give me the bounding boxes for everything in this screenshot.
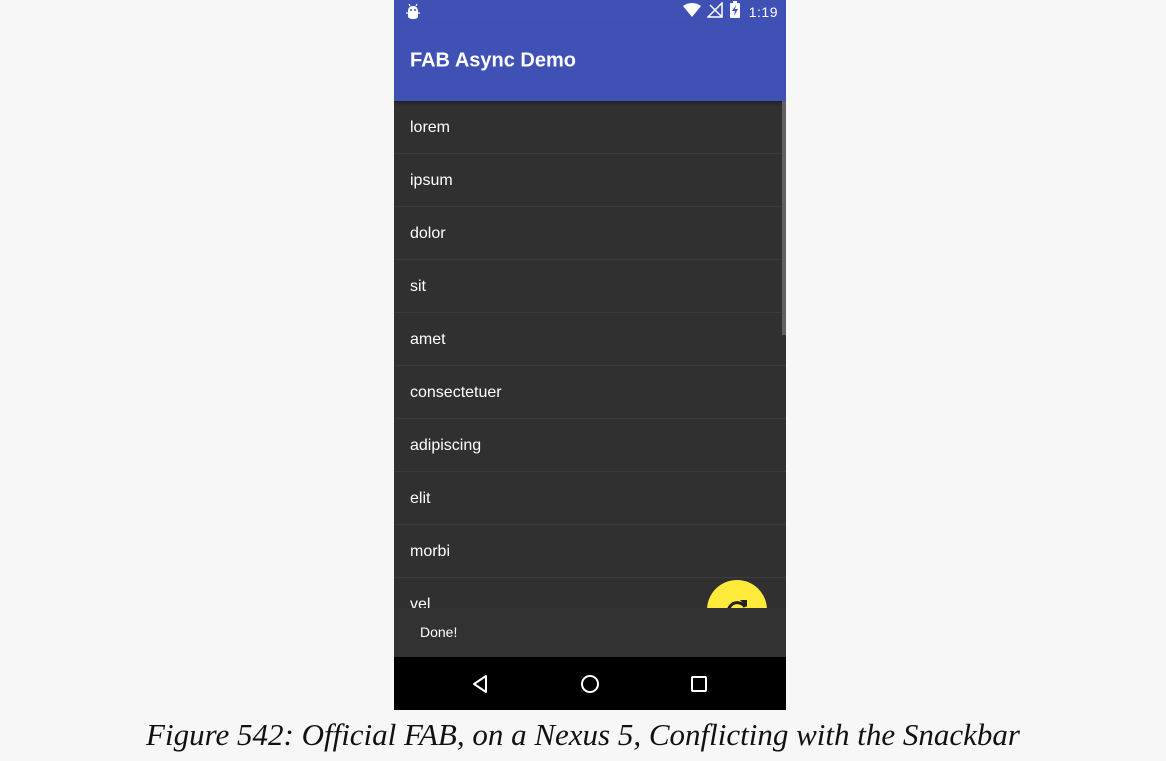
list-item-label: dolor (410, 225, 446, 242)
status-icons: 1:19 (682, 0, 778, 24)
battery-charging-icon (729, 1, 741, 23)
list-item-label: vel (410, 596, 431, 608)
no-signal-icon (705, 0, 723, 23)
app-toolbar: FAB Async Demo (394, 24, 786, 101)
status-bar: 1:19 (394, 0, 786, 24)
list-item-label: adipiscing (410, 437, 482, 454)
list-item-label: amet (410, 331, 446, 348)
figure-page: 1:19 FAB Async Demo lorem ipsum dolor si… (0, 0, 1166, 761)
word-list[interactable]: lorem ipsum dolor sit amet consectetuer … (394, 101, 786, 608)
phone-screen: 1:19 FAB Async Demo lorem ipsum dolor si… (394, 0, 786, 710)
list-item-label: consectetuer (410, 384, 502, 401)
android-debug-icon (404, 3, 422, 21)
list-item[interactable]: amet (394, 313, 786, 366)
list-item-label: sit (410, 278, 426, 295)
list-item-label: morbi (410, 543, 451, 560)
wifi-icon (682, 2, 701, 22)
list-item[interactable]: lorem (394, 101, 786, 154)
home-icon[interactable] (577, 671, 603, 697)
figure-caption: Figure 542: Official FAB, on a Nexus 5, … (146, 717, 1020, 752)
list-item-label: elit (410, 490, 431, 507)
app-title: FAB Async Demo (410, 49, 576, 72)
list-item[interactable]: elit (394, 472, 786, 525)
list-item[interactable]: ipsum (394, 154, 786, 207)
snackbar-message: Done! (420, 624, 458, 640)
list-item-label: ipsum (410, 172, 453, 189)
list-item[interactable]: adipiscing (394, 419, 786, 472)
list-item-label: lorem (410, 119, 451, 136)
list-scrollbar-thumb[interactable] (782, 101, 786, 335)
navigation-bar (394, 657, 786, 710)
status-time: 1:19 (748, 4, 778, 20)
back-icon[interactable] (467, 671, 493, 697)
list-item[interactable]: dolor (394, 207, 786, 260)
list-item[interactable]: morbi (394, 525, 786, 578)
snackbar: Done! (394, 608, 786, 657)
list-item[interactable]: sit (394, 260, 786, 313)
list-item[interactable]: consectetuer (394, 366, 786, 419)
recents-icon[interactable] (686, 671, 712, 697)
